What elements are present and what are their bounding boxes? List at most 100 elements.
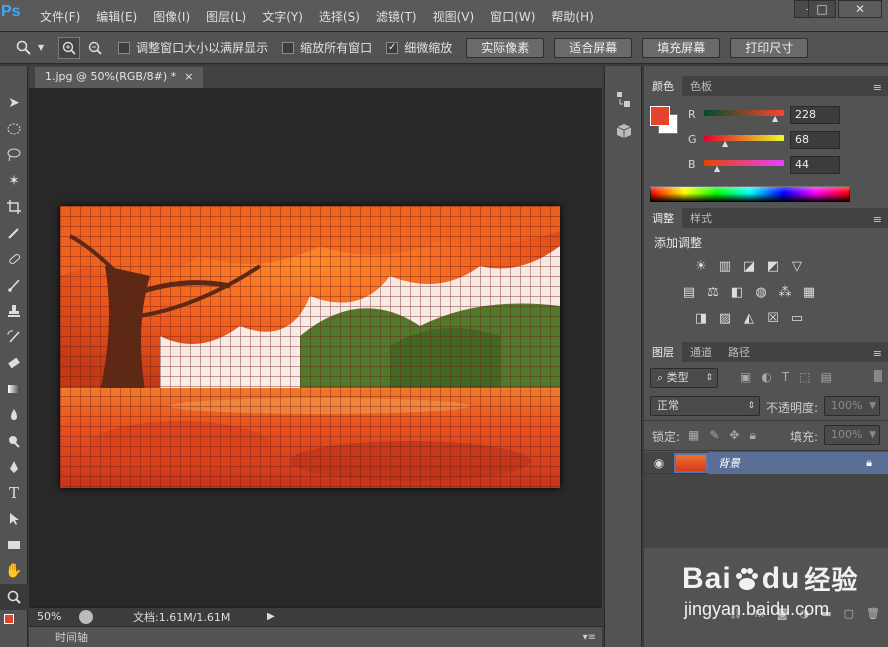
- pen-tool-icon[interactable]: [0, 454, 28, 480]
- eyedropper-tool-icon[interactable]: [0, 220, 28, 246]
- tab-channels[interactable]: 通道: [682, 342, 720, 362]
- gradient-map-icon[interactable]: ▭: [788, 310, 806, 326]
- g-slider[interactable]: [704, 135, 784, 141]
- history-panel-icon[interactable]: [615, 90, 633, 108]
- channel-mixer-icon[interactable]: ⁂: [776, 284, 794, 300]
- b-value-input[interactable]: 44: [790, 156, 840, 174]
- lasso-tool-icon[interactable]: [0, 142, 28, 168]
- invert-icon[interactable]: ◨: [692, 310, 710, 326]
- fill-input[interactable]: 100% ▼: [824, 425, 880, 445]
- black-white-icon[interactable]: ◧: [728, 284, 746, 300]
- layer-name[interactable]: 背景: [718, 455, 740, 471]
- fill-screen-button[interactable]: 填充屏幕: [642, 37, 721, 58]
- tab-color[interactable]: 颜色: [644, 76, 682, 96]
- foreground-color-swatch[interactable]: [650, 106, 670, 126]
- menu-type[interactable]: 文字(Y): [254, 8, 311, 25]
- curves-icon[interactable]: ◪: [740, 258, 758, 274]
- path-selection-tool-icon[interactable]: [0, 506, 28, 532]
- r-value-input[interactable]: 228: [790, 106, 840, 124]
- panel-menu-icon[interactable]: ≡: [867, 79, 888, 96]
- document-tab-close-icon[interactable]: ×: [184, 67, 193, 88]
- color-balance-icon[interactable]: ⚖: [704, 284, 722, 300]
- g-value-input[interactable]: 68: [790, 131, 840, 149]
- blend-mode-select[interactable]: 正常 ⇕: [650, 396, 760, 416]
- r-slider-thumb[interactable]: ▲: [772, 114, 778, 123]
- zoom-tool-icon[interactable]: [0, 584, 28, 610]
- selective-color-icon[interactable]: ☒: [764, 310, 782, 326]
- color-lookup-icon[interactable]: ▦: [800, 284, 818, 300]
- menu-window[interactable]: 窗口(W): [482, 8, 543, 25]
- fit-screen-button[interactable]: 适合屏幕: [554, 37, 633, 58]
- filter-smart-object-icon[interactable]: ▤: [821, 370, 832, 384]
- zoom-tool-icon[interactable]: [10, 40, 38, 56]
- visibility-eye-icon[interactable]: ◉: [644, 456, 674, 470]
- hue-saturation-icon[interactable]: ▤: [680, 284, 698, 300]
- clone-stamp-tool-icon[interactable]: [0, 298, 28, 324]
- zoom-in-icon[interactable]: [58, 36, 81, 59]
- blur-tool-icon[interactable]: [0, 402, 28, 428]
- menu-help[interactable]: 帮助(H): [543, 8, 601, 25]
- tool-preset-chevron-down-icon[interactable]: ▼: [38, 43, 44, 52]
- zoom-level[interactable]: 50%: [29, 610, 79, 623]
- document-image[interactable]: [60, 206, 560, 488]
- marquee-tool-icon[interactable]: [0, 116, 28, 142]
- threshold-icon[interactable]: ◭: [740, 310, 758, 326]
- zoom-out-icon[interactable]: [84, 37, 106, 59]
- eraser-tool-icon[interactable]: [0, 350, 28, 376]
- filter-type-icon[interactable]: T: [782, 370, 789, 384]
- panel-menu-icon[interactable]: ≡: [867, 345, 888, 362]
- rectangle-tool-icon[interactable]: [0, 532, 28, 558]
- scrubby-zoom-checkbox[interactable]: ✓ 细微缩放: [386, 39, 452, 56]
- type-tool-icon[interactable]: T: [0, 480, 28, 506]
- status-arrow-icon[interactable]: ▶: [267, 611, 275, 622]
- tab-swatches[interactable]: 色板: [682, 76, 720, 96]
- panel-menu-icon[interactable]: ≡: [867, 211, 888, 228]
- hand-tool-icon[interactable]: ✋: [0, 558, 28, 584]
- lock-all-icon[interactable]: 🔒︎: [749, 428, 755, 443]
- 3d-panel-icon[interactable]: [615, 122, 633, 140]
- history-brush-tool-icon[interactable]: [0, 324, 28, 350]
- close-window-button[interactable]: ✕: [838, 0, 882, 18]
- lock-image-icon[interactable]: ✎: [709, 428, 719, 443]
- menu-layer[interactable]: 图层(L): [198, 8, 254, 25]
- restore-button[interactable]: □: [808, 0, 836, 18]
- brush-tool-icon[interactable]: [0, 272, 28, 298]
- b-slider-thumb[interactable]: ▲: [714, 164, 720, 173]
- document-tab[interactable]: 1.jpg @ 50%(RGB/8#) * ×: [35, 67, 204, 88]
- lock-transparent-icon[interactable]: ▦: [688, 428, 699, 443]
- posterize-icon[interactable]: ▨: [716, 310, 734, 326]
- opacity-input[interactable]: 100% ▼: [824, 396, 880, 416]
- filter-shape-icon[interactable]: ⬚: [799, 370, 810, 384]
- exposure-icon[interactable]: ◩: [764, 258, 782, 274]
- g-slider-thumb[interactable]: ▲: [722, 139, 728, 148]
- resize-windows-checkbox[interactable]: 调整窗口大小以满屏显示: [118, 39, 268, 56]
- timeline-menu-icon[interactable]: ▾≡: [583, 632, 596, 643]
- status-menu-icon[interactable]: [79, 609, 93, 624]
- menu-file[interactable]: 文件(F): [32, 8, 88, 25]
- menu-filter[interactable]: 滤镜(T): [368, 8, 425, 25]
- levels-icon[interactable]: ▥: [716, 258, 734, 274]
- zoom-all-windows-checkbox[interactable]: 缩放所有窗口: [282, 39, 372, 56]
- brightness-contrast-icon[interactable]: ☀: [692, 258, 710, 274]
- magic-wand-tool-icon[interactable]: ✶: [0, 168, 28, 194]
- tab-paths[interactable]: 路径: [720, 342, 758, 362]
- photo-filter-icon[interactable]: ◍: [752, 284, 770, 300]
- actual-pixels-button[interactable]: 实际像素: [466, 37, 545, 58]
- menu-view[interactable]: 视图(V): [425, 8, 483, 25]
- menu-edit[interactable]: 编辑(E): [88, 8, 145, 25]
- dodge-tool-icon[interactable]: [0, 428, 28, 454]
- filter-adjustment-icon[interactable]: ◐: [761, 370, 771, 384]
- move-tool-icon[interactable]: ➤: [0, 90, 28, 116]
- filter-toggle[interactable]: [874, 370, 882, 382]
- layer-row[interactable]: ◉ 背景 🔒︎: [644, 451, 888, 474]
- print-size-button[interactable]: 打印尺寸: [730, 37, 809, 58]
- crop-tool-icon[interactable]: [0, 194, 28, 220]
- healing-brush-tool-icon[interactable]: [0, 246, 28, 272]
- vibrance-icon[interactable]: ▽: [788, 258, 806, 274]
- tab-adjustments[interactable]: 调整: [644, 208, 682, 228]
- menu-image[interactable]: 图像(I): [145, 8, 198, 25]
- layer-filter-select[interactable]: ⌕ 类型 ⇕: [650, 368, 718, 388]
- tab-styles[interactable]: 样式: [682, 208, 720, 228]
- tab-layers[interactable]: 图层: [644, 342, 682, 362]
- filter-pixel-icon[interactable]: ▣: [740, 370, 751, 384]
